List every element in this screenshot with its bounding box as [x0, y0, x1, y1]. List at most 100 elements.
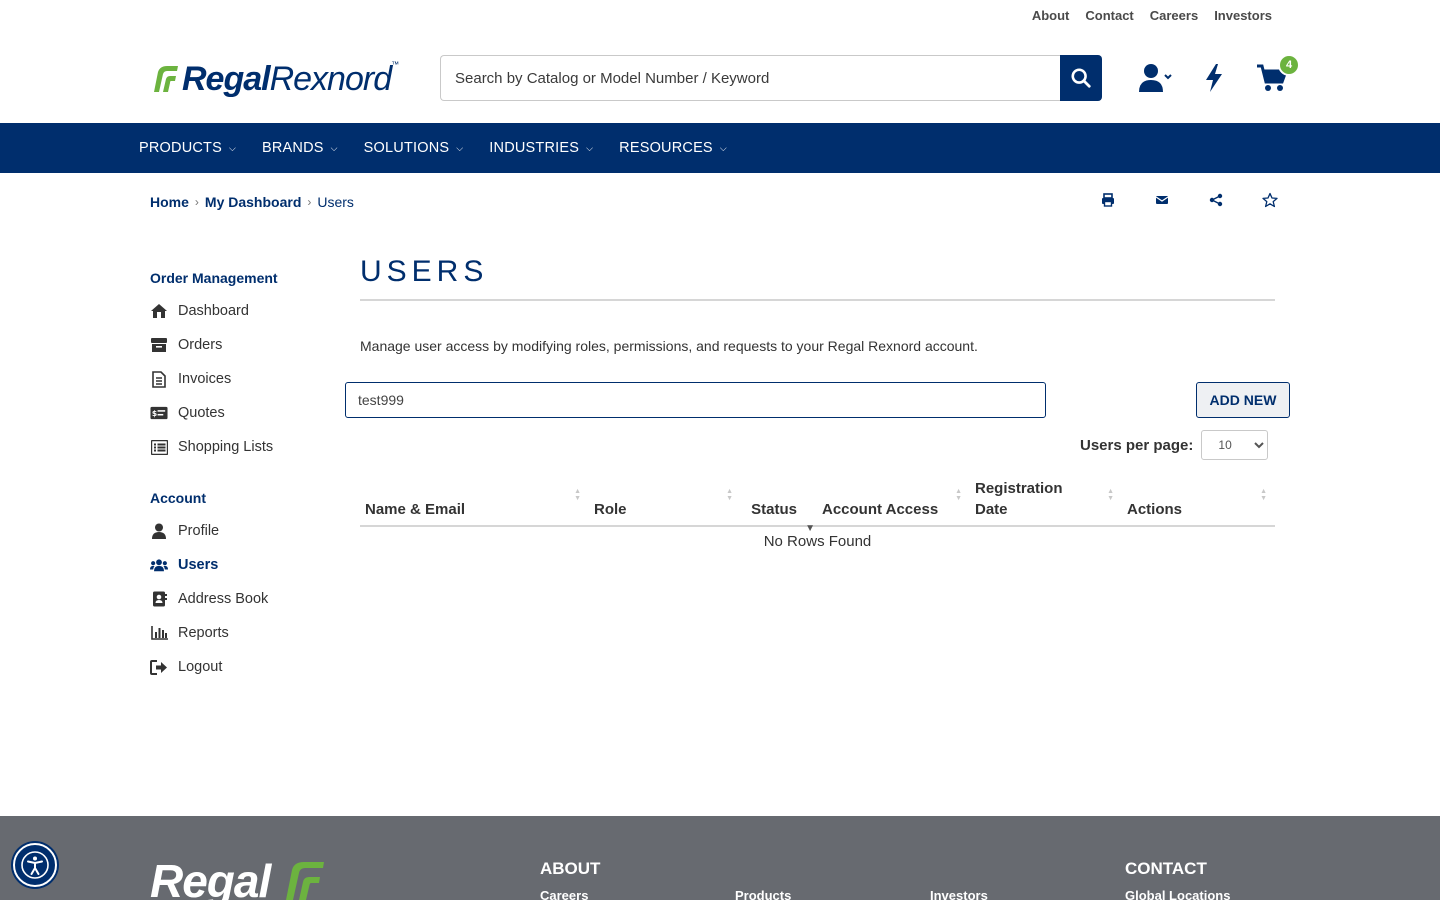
sidebar-item-label: Shopping Lists — [178, 439, 274, 455]
nav-resources[interactable]: RESOURCES ⌵ — [619, 140, 727, 156]
nav-label: RESOURCES — [619, 140, 713, 156]
column-actions[interactable]: Actions ▲ ▼ — [1122, 474, 1275, 527]
sidebar-item-quotes[interactable]: $ Quotes — [150, 396, 340, 430]
investors-link[interactable]: Investors — [1214, 8, 1272, 23]
breadcrumb-dashboard[interactable]: My Dashboard — [205, 194, 301, 210]
search-icon — [1071, 68, 1091, 88]
star-icon — [1262, 192, 1278, 208]
nav-brands[interactable]: BRANDS ⌵ — [262, 140, 338, 156]
search-input[interactable] — [440, 55, 1060, 101]
home-icon — [150, 302, 168, 320]
about-link[interactable]: About — [1032, 8, 1070, 23]
share-icon — [1209, 193, 1223, 207]
footer-careers-link[interactable]: Careers — [540, 888, 588, 900]
column-label: Registration Date — [975, 480, 1063, 518]
sidebar-item-label: Reports — [178, 625, 229, 641]
svg-text:$: $ — [152, 409, 157, 418]
sidebar-item-profile[interactable]: Profile — [150, 514, 340, 548]
users-icon — [150, 556, 168, 574]
footer-logo[interactable]: Regal — [150, 854, 271, 900]
column-account-access[interactable]: Account Access ▲ ▼ — [817, 474, 970, 527]
accessibility-icon — [21, 851, 49, 879]
footer-contact-heading: CONTACT — [1125, 859, 1207, 878]
nav-industries[interactable]: INDUSTRIES ⌵ — [489, 140, 593, 156]
sort-desc-icon: ▼ — [805, 523, 815, 534]
account-menu-button[interactable] — [1138, 60, 1174, 96]
site-search — [440, 55, 1102, 101]
footer-logo-mark-icon — [286, 862, 324, 900]
breadcrumb-home[interactable]: Home — [150, 194, 189, 210]
logo-mark-icon — [154, 66, 178, 92]
nav-solutions[interactable]: SOLUTIONS ⌵ — [364, 140, 464, 156]
sidebar-item-address-book[interactable]: Address Book — [150, 582, 340, 616]
footer-global-locations-link[interactable]: Global Locations — [1125, 888, 1230, 900]
careers-link[interactable]: Careers — [1150, 8, 1198, 23]
sidebar-item-dashboard[interactable]: Dashboard — [150, 294, 340, 328]
sidebar-item-label: Address Book — [178, 591, 269, 607]
add-new-user-button[interactable]: ADD NEW — [1196, 382, 1290, 418]
bar-chart-icon — [150, 624, 168, 642]
site-logo[interactable]: RegalRexnord™ — [150, 58, 400, 100]
sidebar-item-invoices[interactable]: Invoices — [150, 362, 340, 396]
logout-icon — [150, 658, 168, 676]
per-page-select[interactable]: 10 — [1201, 430, 1269, 460]
address-book-icon — [150, 590, 168, 608]
column-status[interactable]: Status ▼ — [741, 474, 817, 534]
chevron-down-icon: ⌵ — [456, 142, 464, 153]
users-table: Name & Email ▲ ▼ Role ▲ ▼ Status ▼ Account Ac… — [360, 474, 1275, 556]
search-button[interactable] — [1060, 55, 1102, 101]
footer-investors-link[interactable]: Investors — [930, 888, 988, 900]
column-role[interactable]: Role ▲ ▼ — [589, 474, 741, 527]
main-nav: PRODUCTS ⌵ BRANDS ⌵ SOLUTIONS ⌵ INDUSTRIES ⌵… — [0, 123, 1440, 173]
box-icon — [150, 336, 168, 354]
page-title: USERS — [360, 255, 1275, 301]
sidebar-item-reports[interactable]: Reports — [150, 616, 340, 650]
nav-label: BRANDS — [262, 140, 324, 156]
account-heading: Account — [150, 490, 206, 506]
sort-icon: ▲ ▼ — [955, 488, 962, 502]
column-label: Account Access — [822, 501, 939, 518]
envelope-icon — [1155, 196, 1169, 204]
column-label: Role — [594, 501, 627, 518]
logo-wordmark: RegalRexnord™ — [182, 59, 399, 98]
nav-label: PRODUCTS — [139, 140, 222, 156]
column-registration-date[interactable]: Registration Date ▲ ▼ — [970, 474, 1122, 527]
page-tools — [1100, 192, 1278, 208]
column-label: Name & Email — [365, 501, 466, 518]
breadcrumb: Home › My Dashboard › Users — [150, 194, 354, 210]
per-page-label: Users per page: — [1080, 436, 1194, 454]
email-button[interactable] — [1154, 192, 1170, 208]
page-description: Manage user access by modifying roles, p… — [360, 338, 978, 354]
list-icon — [150, 438, 168, 456]
person-icon — [150, 522, 168, 540]
user-filter-input[interactable] — [345, 382, 1046, 418]
table-row: No Rows Found — [360, 526, 1275, 556]
breadcrumb-current: Users — [317, 194, 354, 210]
sidebar-item-label: Dashboard — [178, 303, 249, 319]
sidebar-item-users[interactable]: Users — [150, 548, 340, 582]
sidebar-item-logout[interactable]: Logout — [150, 650, 340, 684]
chevron-down-icon: ⌵ — [719, 142, 727, 153]
sort-icon: ▲ ▼ — [574, 488, 581, 502]
share-button[interactable] — [1208, 192, 1224, 208]
accessibility-button[interactable] — [13, 843, 57, 887]
sidebar-item-shopping-lists[interactable]: Shopping Lists — [150, 430, 340, 464]
cart-count-badge: 4 — [1278, 54, 1300, 76]
chevron-down-icon: ⌵ — [228, 142, 236, 153]
chevron-down-icon: ⌵ — [586, 142, 594, 153]
sidebar-item-orders[interactable]: Orders — [150, 328, 340, 362]
sidebar-item-label: Profile — [178, 523, 220, 539]
contact-link[interactable]: Contact — [1085, 8, 1133, 23]
site-footer: Regal ABOUT CONTACT Careers Products Inv… — [0, 816, 1440, 900]
favorite-button[interactable] — [1262, 192, 1278, 208]
footer-products-link[interactable]: Products — [735, 888, 791, 900]
nav-products[interactable]: PRODUCTS ⌵ — [139, 140, 236, 156]
quick-order-button[interactable] — [1196, 60, 1232, 96]
users-per-page: Users per page: 10 — [1080, 430, 1269, 460]
print-button[interactable] — [1100, 192, 1116, 208]
cart-button[interactable]: 4 — [1254, 54, 1300, 96]
account-sidebar: Order Management Dashboard Orders Invoic… — [150, 270, 340, 684]
column-name-email[interactable]: Name & Email ▲ ▼ — [360, 474, 589, 527]
chevron-right-icon: › — [194, 195, 199, 209]
nav-label: INDUSTRIES — [489, 140, 580, 156]
